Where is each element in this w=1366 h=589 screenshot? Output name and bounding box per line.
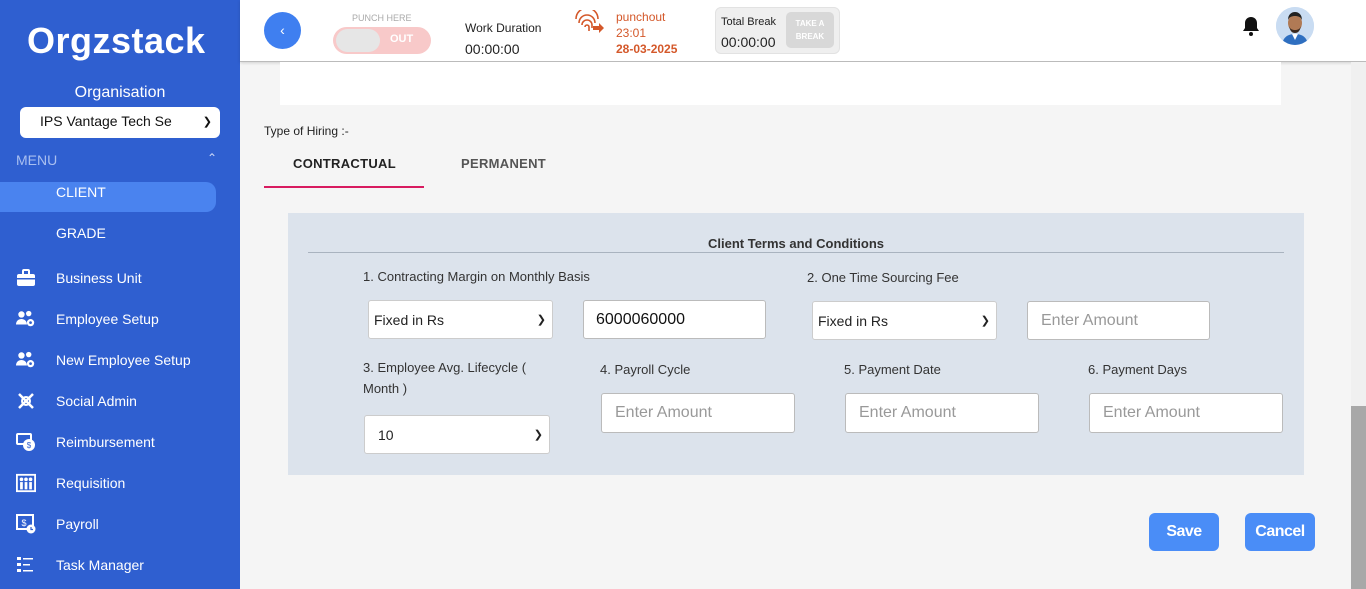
sidebar: Orgzstack Organisation IPS Vantage Tech … — [0, 0, 240, 589]
q2-type-select[interactable]: Fixed in Rs ❯ — [812, 301, 997, 340]
chevron-down-icon: ❯ — [202, 116, 212, 128]
q2-type-select-value: Fixed in Rs — [818, 313, 889, 329]
active-tab-underline — [264, 186, 424, 188]
client-terms-panel: Client Terms and Conditions 1. Contracti… — [288, 213, 1304, 475]
menu-label: MENU — [16, 152, 58, 168]
sidebar-item-label: Business Unit — [56, 270, 142, 286]
chevron-up-icon[interactable]: ⌃ — [207, 151, 217, 165]
sidebar-item-label: Task Manager — [56, 557, 144, 573]
sidebar-item-business-unit[interactable]: Business Unit — [0, 263, 240, 293]
bell-icon[interactable] — [1240, 15, 1262, 37]
total-break-label: Total Break — [721, 16, 777, 28]
app-logo: Orgzstack — [27, 20, 206, 61]
top-panel — [280, 62, 1281, 105]
q2-amount-input[interactable]: Enter Amount — [1027, 301, 1210, 340]
q4-label: 4. Payroll Cycle — [600, 362, 691, 377]
q1-type-select-value: Fixed in Rs — [374, 312, 445, 328]
q6-payment-days-input[interactable]: Enter Amount — [1089, 393, 1283, 433]
q3-lifecycle-select-value: 10 — [378, 427, 394, 443]
divider — [308, 252, 1284, 253]
sidebar-item-label: New Employee Setup — [56, 352, 191, 368]
organisation-select[interactable]: IPS Vantage Tech Se ❯ — [20, 107, 220, 138]
chevron-left-icon: ‹ — [280, 22, 285, 38]
q1-type-select[interactable]: Fixed in Rs ❯ — [368, 300, 553, 339]
work-duration-label: Work Duration — [465, 21, 542, 35]
sidebar-item-label: CLIENT — [56, 184, 106, 200]
briefcase-icon — [16, 268, 36, 288]
organisation-select-value: IPS Vantage Tech Se — [40, 113, 172, 129]
sidebar-item-task-manager[interactable]: Task Manager — [0, 550, 240, 580]
people-icon — [16, 473, 36, 493]
q6-label: 6. Payment Days — [1088, 362, 1187, 377]
money-icon: $ — [16, 432, 36, 452]
tab-contractual[interactable]: CONTRACTUAL — [293, 156, 396, 171]
users-gear-icon — [16, 350, 36, 370]
take-break-button[interactable]: TAKE A BREAK — [786, 12, 834, 48]
sidebar-item-reimbursement[interactable]: $ Reimbursement — [0, 427, 240, 457]
q5-payment-date-input[interactable]: Enter Amount — [845, 393, 1039, 433]
list-icon — [16, 555, 36, 575]
sidebar-item-payroll[interactable]: $ Payroll — [0, 509, 240, 539]
hiring-type-label: Type of Hiring :- — [264, 124, 349, 138]
sidebar-item-social-admin[interactable]: Social Admin — [0, 386, 240, 416]
total-break-value: 00:00:00 — [721, 34, 776, 50]
sidebar-item-client[interactable]: CLIENT — [0, 182, 216, 212]
q3-label: 3. Employee Avg. Lifecycle ( Month ) — [363, 360, 527, 396]
sidebar-item-label: Reimbursement — [56, 434, 155, 450]
sidebar-item-label: Requisition — [56, 475, 126, 491]
sidebar-item-new-employee-setup[interactable]: New Employee Setup — [0, 345, 240, 375]
cancel-button[interactable]: Cancel — [1245, 513, 1315, 551]
sidebar-item-grade[interactable]: GRADE — [0, 222, 240, 252]
punch-toggle-label: OUT — [390, 33, 414, 45]
break-panel: Total Break 00:00:00 TAKE A BREAK — [715, 7, 840, 54]
avatar[interactable] — [1276, 7, 1314, 45]
organisation-label: Organisation — [74, 84, 166, 101]
users-gear-icon — [16, 309, 36, 329]
save-button[interactable]: Save — [1149, 513, 1219, 551]
svg-text:$: $ — [27, 441, 32, 450]
social-icon — [16, 391, 36, 411]
q4-payroll-cycle-input[interactable]: Enter Amount — [601, 393, 795, 433]
top-bar: ‹ PUNCH HERE OUT Work Duration 00:00:00 … — [240, 0, 1366, 62]
chevron-down-icon: ❯ — [980, 315, 990, 327]
q1-amount-input[interactable]: 6000060000 — [583, 300, 766, 339]
terms-title: Client Terms and Conditions — [708, 236, 884, 251]
punch-toggle-knob — [336, 29, 380, 52]
scrollbar-thumb[interactable] — [1351, 406, 1366, 589]
chevron-down-icon: ❯ — [533, 429, 543, 441]
punch-here-label: PUNCH HERE — [352, 13, 412, 23]
sidebar-item-label: Employee Setup — [56, 311, 159, 327]
sidebar-item-label: GRADE — [56, 225, 106, 241]
back-button[interactable]: ‹ — [264, 12, 301, 49]
q2-label: 2. One Time Sourcing Fee — [807, 270, 959, 285]
fingerprint-icon — [575, 7, 605, 36]
sidebar-item-requisition[interactable]: Requisition — [0, 468, 240, 498]
chevron-down-icon: ❯ — [536, 314, 546, 326]
payroll-icon: $ — [16, 514, 36, 534]
q1-label: 1. Contracting Margin on Monthly Basis — [363, 269, 590, 284]
svg-text:$: $ — [21, 518, 26, 528]
punchout-label: punchout — [616, 10, 666, 24]
sidebar-item-employee-setup[interactable]: Employee Setup — [0, 304, 240, 334]
punchout-date: 28-03-2025 — [616, 42, 678, 56]
q3-lifecycle-select[interactable]: 10 ❯ — [364, 415, 550, 454]
sidebar-item-label: Payroll — [56, 516, 99, 532]
tab-permanent[interactable]: PERMANENT — [461, 156, 546, 171]
sidebar-item-label: Social Admin — [56, 393, 137, 409]
punch-toggle[interactable]: OUT — [333, 27, 431, 54]
q5-label: 5. Payment Date — [844, 362, 941, 377]
punchout-time: 23:01 — [616, 26, 647, 40]
work-duration-value: 00:00:00 — [465, 41, 520, 57]
